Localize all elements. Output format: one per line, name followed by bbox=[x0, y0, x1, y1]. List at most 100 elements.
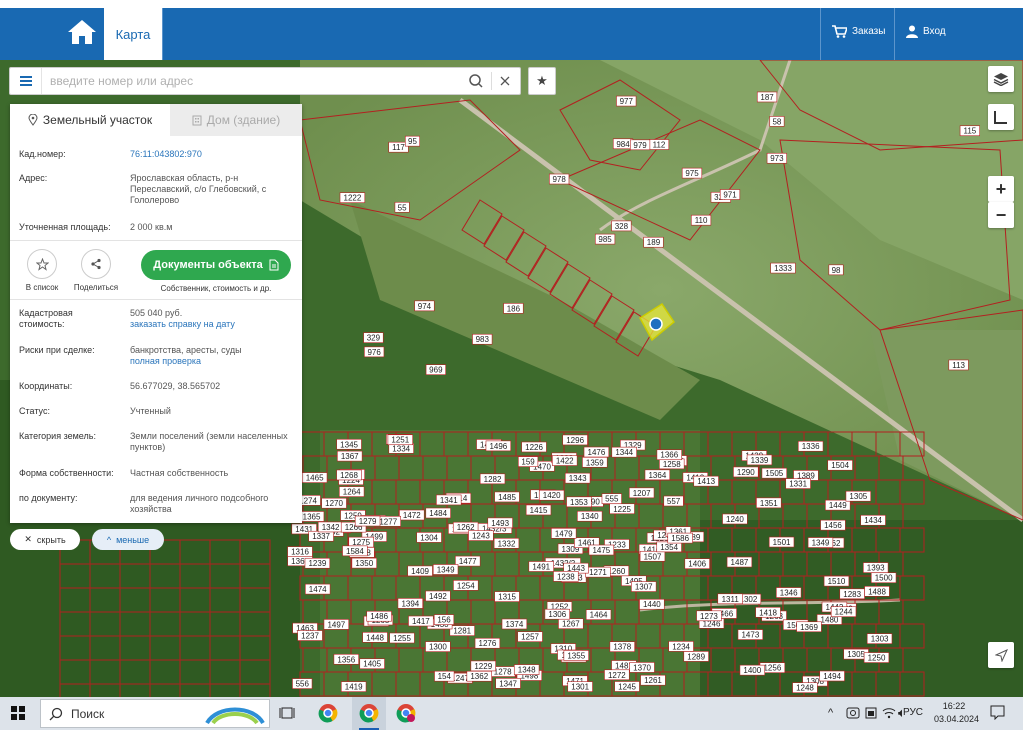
login-button[interactable]: Вход bbox=[906, 25, 946, 38]
tray-chevron-up-icon[interactable]: ^ bbox=[828, 707, 833, 719]
collapse-panel-button[interactable]: ^ меньше bbox=[92, 529, 164, 550]
zoom-in-button[interactable]: + bbox=[988, 176, 1014, 202]
svg-text:1281: 1281 bbox=[453, 627, 471, 636]
parcel-number-label: 1267 bbox=[558, 618, 584, 630]
svg-text:1222: 1222 bbox=[344, 194, 362, 203]
notifications-icon[interactable] bbox=[990, 705, 1005, 723]
parcel-number-label: 1362 bbox=[466, 670, 492, 682]
tray-clock[interactable]: 16:22 03.04.2024 bbox=[934, 700, 980, 726]
svg-text:1243: 1243 bbox=[472, 532, 490, 541]
cart-icon bbox=[832, 25, 847, 38]
svg-text:1333: 1333 bbox=[774, 264, 792, 273]
svg-text:1494: 1494 bbox=[823, 672, 841, 681]
field-label: Уточненная площадь: bbox=[19, 222, 111, 232]
svg-text:1279: 1279 bbox=[359, 517, 377, 526]
clear-icon[interactable] bbox=[497, 73, 513, 89]
orders-button[interactable]: Заказы bbox=[832, 25, 885, 38]
user-icon bbox=[906, 25, 918, 38]
tray-camera-icon[interactable] bbox=[846, 706, 860, 723]
svg-text:1245: 1245 bbox=[618, 682, 636, 691]
parcel-number-label: 977 bbox=[616, 95, 637, 107]
area-value: 2 000 кв.м bbox=[130, 222, 173, 232]
area-tool-button[interactable] bbox=[988, 104, 1014, 130]
svg-text:1342: 1342 bbox=[322, 523, 340, 532]
tab-building[interactable]: Дом (здание) bbox=[170, 104, 302, 136]
locate-button[interactable] bbox=[988, 642, 1014, 668]
document-icon bbox=[269, 259, 279, 271]
parcel-number-label: 1264 bbox=[338, 486, 365, 497]
parcel-number-label: 1316 bbox=[287, 546, 313, 557]
favorites-button[interactable]: ★ bbox=[528, 67, 556, 95]
hide-label: скрыть bbox=[36, 534, 66, 545]
chrome-window-active[interactable] bbox=[352, 697, 386, 730]
parcel-number-label: 1303 bbox=[866, 633, 893, 644]
parcel-number-label: 1238 bbox=[553, 571, 579, 582]
parcel-number-label: 1257 bbox=[517, 631, 543, 642]
svg-text:1504: 1504 bbox=[831, 461, 849, 470]
parcel-number-label: 1420 bbox=[538, 489, 565, 501]
parcel-number-label: 1479 bbox=[551, 527, 577, 539]
tray-wifi-icon[interactable] bbox=[882, 706, 896, 723]
parcel-number-label: 1413 bbox=[693, 475, 719, 487]
order-statement-link[interactable]: заказать справку на дату bbox=[130, 319, 235, 329]
parcel-number-label: 1492 bbox=[425, 590, 451, 602]
home-icon[interactable] bbox=[66, 18, 98, 48]
parcel-number-label: 1400 bbox=[739, 664, 766, 676]
clock-time: 16:22 bbox=[942, 701, 966, 711]
parcel-number-label: 1419 bbox=[340, 681, 367, 692]
parcel-number-label: 1394 bbox=[397, 598, 424, 609]
add-to-list-button[interactable] bbox=[27, 249, 57, 279]
chrome-icon[interactable] bbox=[318, 703, 338, 726]
svg-text:1356: 1356 bbox=[337, 655, 355, 664]
svg-text:1332: 1332 bbox=[498, 539, 516, 548]
plus-icon: + bbox=[995, 178, 1007, 199]
layers-button[interactable] bbox=[988, 66, 1014, 92]
svg-text:1311: 1311 bbox=[722, 595, 740, 604]
tray-language[interactable]: РУС bbox=[903, 707, 923, 718]
full-check-link[interactable]: полная проверка bbox=[130, 356, 201, 366]
clock-date: 03.04.2024 bbox=[934, 714, 980, 724]
svg-text:975: 975 bbox=[685, 169, 699, 178]
parcel-number-label: 1476 bbox=[583, 446, 610, 458]
cadastral-number-link[interactable]: 76:11:043802:970 bbox=[130, 149, 295, 160]
svg-text:1476: 1476 bbox=[588, 448, 606, 457]
search-icon[interactable] bbox=[468, 73, 484, 89]
hide-panel-button[interactable]: ✕ скрыть bbox=[10, 529, 80, 550]
parcel-number-label: 975 bbox=[681, 167, 703, 179]
parcel-number-label: 555 bbox=[601, 493, 622, 504]
field-label: Кадастровая стоимость: bbox=[19, 308, 73, 329]
less-label: меньше bbox=[116, 534, 150, 545]
menu-button[interactable] bbox=[10, 68, 42, 94]
parcel-number-label: 98 bbox=[828, 264, 844, 276]
chrome-profile-icon[interactable] bbox=[396, 703, 416, 726]
svg-text:985: 985 bbox=[598, 235, 612, 244]
search-input[interactable] bbox=[50, 72, 460, 90]
tab-land-plot[interactable]: Земельный участок bbox=[10, 104, 170, 136]
svg-text:1303: 1303 bbox=[871, 635, 889, 644]
share-label: Поделиться bbox=[73, 283, 119, 292]
cost-value-block: 505 040 руб. заказать справку на дату bbox=[130, 308, 295, 330]
svg-text:1207: 1207 bbox=[633, 489, 651, 498]
parcel-number-label: 115 bbox=[959, 125, 980, 137]
svg-text:557: 557 bbox=[667, 497, 681, 506]
coordinates-value: 56.677029, 38.565702 bbox=[130, 381, 221, 391]
svg-text:1487: 1487 bbox=[731, 558, 749, 567]
svg-text:186: 186 bbox=[507, 304, 521, 313]
field-label: Кад.номер: bbox=[19, 149, 66, 159]
share-button[interactable] bbox=[81, 249, 111, 279]
svg-text:1413: 1413 bbox=[697, 477, 715, 486]
tray-battery-icon[interactable] bbox=[864, 706, 878, 723]
documents-button[interactable]: Документы объекта bbox=[141, 250, 291, 280]
parcel-number-label: 1270 bbox=[321, 497, 347, 509]
svg-text:1306: 1306 bbox=[548, 610, 566, 619]
svg-text:1251: 1251 bbox=[391, 436, 409, 445]
task-view-icon[interactable] bbox=[279, 705, 295, 724]
parcel-number-label: 1367 bbox=[337, 450, 363, 462]
parcel-number-label: 1448 bbox=[362, 632, 388, 643]
zoom-out-button[interactable]: − bbox=[988, 202, 1014, 228]
parcel-number-label: 1307 bbox=[631, 581, 657, 592]
ruler-corner-icon bbox=[994, 111, 1007, 124]
tab-map[interactable]: Карта bbox=[104, 8, 162, 60]
windows-start-icon[interactable] bbox=[11, 706, 25, 723]
taskbar-search-box[interactable]: Поиск bbox=[40, 699, 270, 728]
